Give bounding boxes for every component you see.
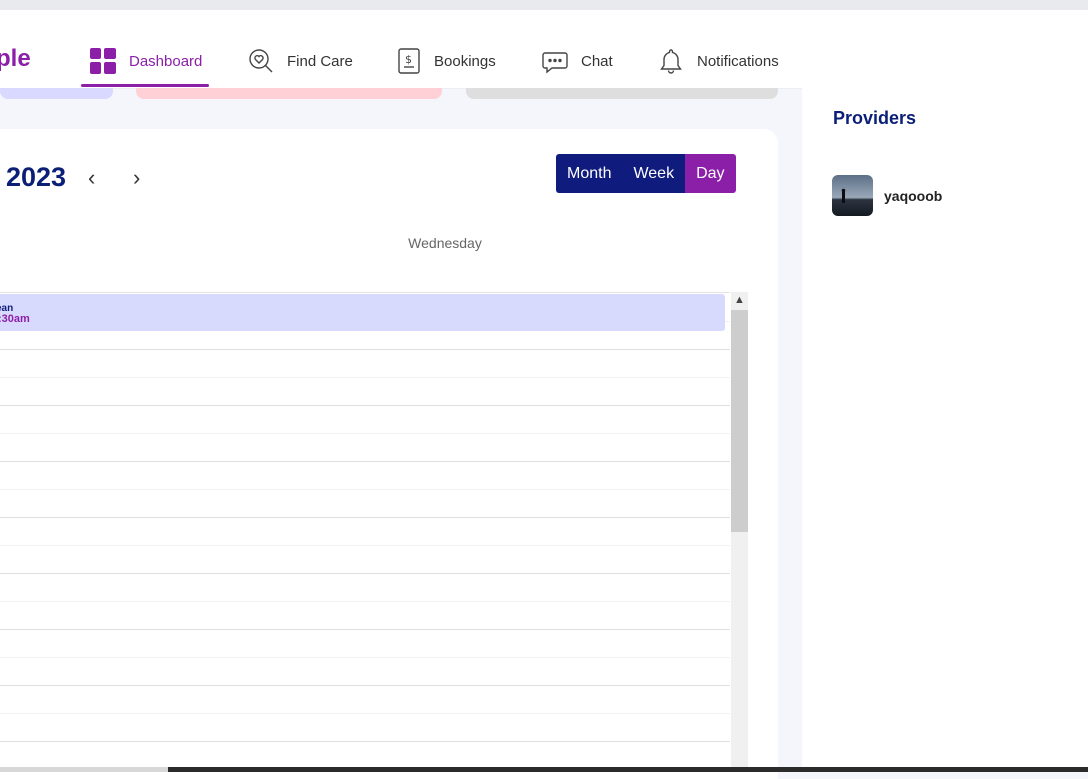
nav-notifications[interactable]: Notifications [657, 46, 779, 76]
nav-notifications-label: Notifications [697, 52, 779, 70]
time-slot-line [0, 489, 730, 490]
time-slot-line [0, 573, 730, 574]
time-slot-line [0, 461, 730, 462]
time-slot-line [0, 685, 730, 686]
summary-card-1 [0, 88, 113, 99]
bell-icon [657, 47, 685, 75]
time-slot-line [0, 629, 730, 630]
scrollbar-thumb[interactable] [731, 310, 748, 532]
chevron-left-icon[interactable]: ‹ [88, 167, 95, 189]
find-care-search-heart-icon [247, 47, 275, 75]
day-time-grid[interactable] [0, 292, 730, 773]
time-slot-line [0, 377, 730, 378]
view-week-button[interactable]: Week [622, 154, 686, 193]
calendar-scrollbar[interactable]: ▲ [731, 292, 748, 772]
dashboard-grid-icon [89, 47, 117, 75]
top-navigation-bar: ple Dashboard Find Care $ Bookings Chat … [0, 10, 1088, 89]
calendar-title: 2023 [6, 162, 67, 192]
nav-chat[interactable]: Chat [541, 46, 613, 76]
time-slot-line [0, 741, 730, 742]
provider-item[interactable]: yaqooob [832, 175, 942, 216]
time-slot-line [0, 433, 730, 434]
app-logo[interactable]: ple [0, 45, 31, 73]
calendar-event[interactable]: ean :30am [0, 294, 725, 331]
nav-find-care[interactable]: Find Care [247, 46, 353, 76]
nav-dashboard[interactable]: Dashboard [89, 46, 202, 76]
provider-name: yaqooob [884, 187, 943, 204]
avatar [832, 175, 873, 216]
calendar-card: 2023 ‹ › Month Week Day Wednesday ean :3… [0, 129, 778, 779]
horizontal-scrollbar-thumb[interactable] [168, 767, 1088, 772]
summary-card-3 [466, 88, 778, 99]
bottom-scroll-track [0, 767, 1088, 772]
nav-find-care-label: Find Care [287, 52, 353, 70]
nav-dashboard-label: Dashboard [129, 52, 203, 70]
scroll-up-arrow-icon[interactable]: ▲ [731, 294, 748, 308]
time-slot-line [0, 601, 730, 602]
providers-panel: Providers yaqooob [802, 88, 1088, 772]
chevron-right-icon[interactable]: › [133, 167, 140, 189]
day-header: Wednesday [408, 235, 482, 251]
chat-bubble-icon [541, 47, 569, 75]
time-slot-line [0, 713, 730, 714]
time-slot-line [0, 517, 730, 518]
view-month-button[interactable]: Month [556, 154, 623, 193]
browser-top-strip [0, 0, 1088, 10]
event-time: :30am [0, 313, 30, 325]
bookings-document-dollar-icon: $ [396, 47, 422, 75]
time-slot-line [0, 405, 730, 406]
nav-bookings-label: Bookings [434, 52, 496, 70]
nav-chat-label: Chat [581, 52, 613, 70]
summary-card-2 [136, 88, 442, 99]
view-day-button[interactable]: Day [685, 154, 736, 193]
providers-title: Providers [833, 108, 917, 128]
time-slot-line [0, 349, 730, 350]
calendar-view-switcher: Month Week Day [556, 154, 736, 193]
svg-text:$: $ [405, 53, 412, 66]
nav-bookings[interactable]: $ Bookings [396, 46, 496, 76]
active-tab-indicator [81, 84, 209, 87]
time-slot-line [0, 657, 730, 658]
time-slot-line [0, 545, 730, 546]
